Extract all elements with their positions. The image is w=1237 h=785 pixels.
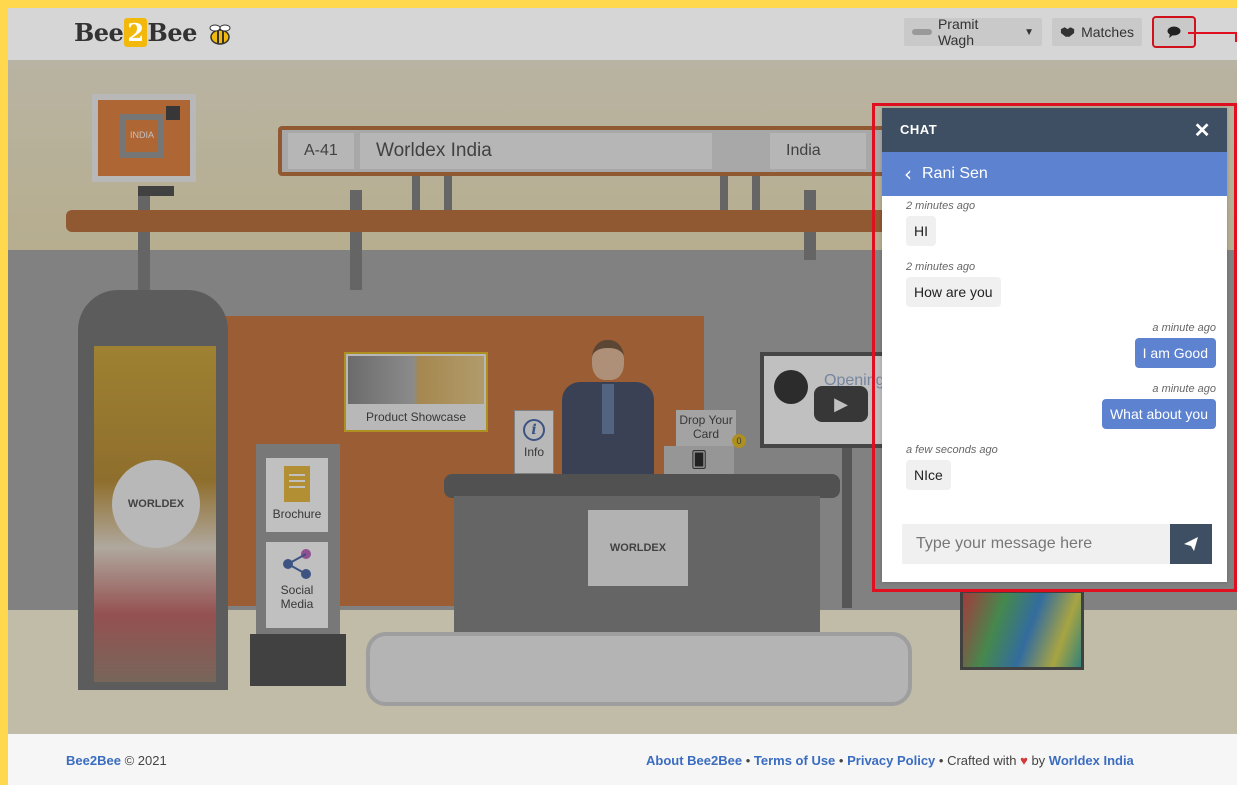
brand-prefix: Bee [74,18,124,47]
handshake-icon [1060,27,1075,37]
message-bubble: What about you [1101,399,1216,429]
brand-two: 2 [124,18,147,47]
bee-icon [209,24,231,45]
user-name: Pramit Wagh [937,16,979,48]
privacy-link[interactable]: Privacy Policy [847,753,935,768]
user-menu-button[interactable]: Pramit Wagh ▼ [904,16,1042,48]
terms-link[interactable]: Terms of Use [754,753,835,768]
close-icon[interactable]: ✕ [1194,118,1211,143]
message-bubble: HI [906,216,936,246]
crafted-with-text: Crafted with [947,753,1017,768]
navbar: Bee 2 Bee Pramit Wagh ▼ Matches [8,8,1237,60]
company-link[interactable]: Worldex India [1049,753,1134,768]
chat-contact-bar: ‹ Rani Sen [882,152,1227,196]
message-time: a few seconds ago [906,444,998,456]
chat-message: a few seconds ago NIce [906,444,998,490]
about-link[interactable]: About Bee2Bee [646,753,742,768]
send-icon [1184,537,1198,551]
chat-title: CHAT [900,122,938,137]
chat-header: CHAT ✕ [882,108,1227,152]
message-time: 2 minutes ago [906,261,976,273]
chevron-left-icon[interactable]: ‹ [904,162,912,186]
brand-logo[interactable]: Bee 2 Bee [74,18,233,47]
separator: • [938,753,944,768]
matches-label: Matches [1081,24,1134,40]
brand-suffix: Bee [147,18,198,47]
footer-copyright: Bee2Bee © 2021 [66,753,167,768]
message-bubble: How are you [906,277,1001,307]
annotation-arrow-line [1188,32,1237,34]
footer: Bee2Bee © 2021 About Bee2Bee • Terms of … [8,734,1237,785]
message-time: 2 minutes ago [906,200,976,212]
chat-panel: CHAT ✕ ‹ Rani Sen 2 minutes ago HI 2 min… [882,108,1227,582]
matches-button[interactable]: Matches [1052,18,1142,46]
message-input[interactable] [902,524,1170,564]
copyright-text: © 2021 [124,753,167,768]
chat-bubble-icon [1167,26,1181,38]
chat-composer [902,524,1212,564]
chat-message: 2 minutes ago How are you [906,261,1001,307]
footer-brand-link[interactable]: Bee2Bee [66,753,121,768]
message-time: a minute ago [1152,383,1216,395]
separator: • [838,753,844,768]
chat-message: 2 minutes ago HI [906,200,975,246]
chat-message: a minute ago What about you [1101,383,1216,429]
send-button[interactable] [1170,524,1212,564]
chat-message: a minute ago I am Good [1134,322,1216,368]
heart-icon: ♥ [1020,753,1028,768]
footer-links: About Bee2Bee • Terms of Use • Privacy P… [646,753,1134,768]
message-bubble: I am Good [1134,338,1216,368]
by-text: by [1031,753,1046,768]
separator: • [745,753,751,768]
avatar [912,29,932,35]
chevron-down-icon: ▼ [1024,26,1034,38]
chat-messages[interactable]: 2 minutes ago HI 2 minutes ago How are y… [882,200,1227,504]
message-time: a minute ago [1152,322,1216,334]
message-bubble: NIce [906,460,951,490]
chat-contact-name: Rani Sen [922,165,988,182]
